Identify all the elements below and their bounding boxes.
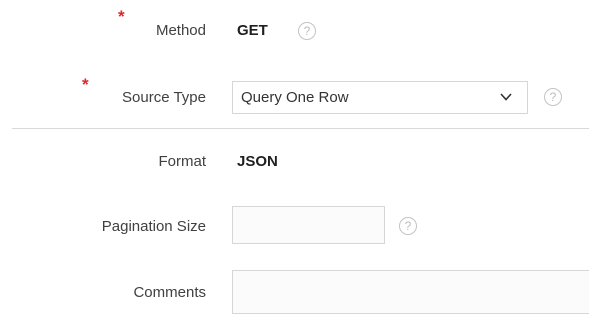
method-value: GET [237, 22, 268, 39]
comments-row: Comments [0, 262, 589, 314]
format-row: Format JSON [0, 140, 589, 190]
source-type-help-icon[interactable]: ? [544, 88, 562, 106]
comments-textarea[interactable] [232, 270, 589, 314]
method-required-mark: * [118, 7, 125, 26]
method-row: * Method GET ? [0, 0, 589, 60]
source-type-required-mark: * [82, 75, 89, 94]
method-label: Method [155, 22, 206, 39]
pagination-size-help-icon[interactable]: ? [399, 217, 417, 235]
pagination-size-row: Pagination Size ? [0, 198, 589, 258]
comments-label: Comments [133, 284, 206, 301]
chevron-down-icon [500, 93, 512, 101]
source-type-select[interactable]: Query One Row [232, 81, 528, 114]
source-type-label: Source Type [122, 89, 206, 106]
format-value: JSON [237, 153, 278, 170]
pagination-size-label: Pagination Size [101, 218, 206, 235]
source-type-row: * Source Type Query One Row ? [0, 60, 589, 120]
source-type-selected-value: Query One Row [241, 89, 349, 106]
section-divider [12, 128, 589, 129]
pagination-size-input[interactable] [232, 206, 385, 244]
method-help-icon[interactable]: ? [298, 22, 316, 40]
format-label: Format [158, 153, 206, 170]
